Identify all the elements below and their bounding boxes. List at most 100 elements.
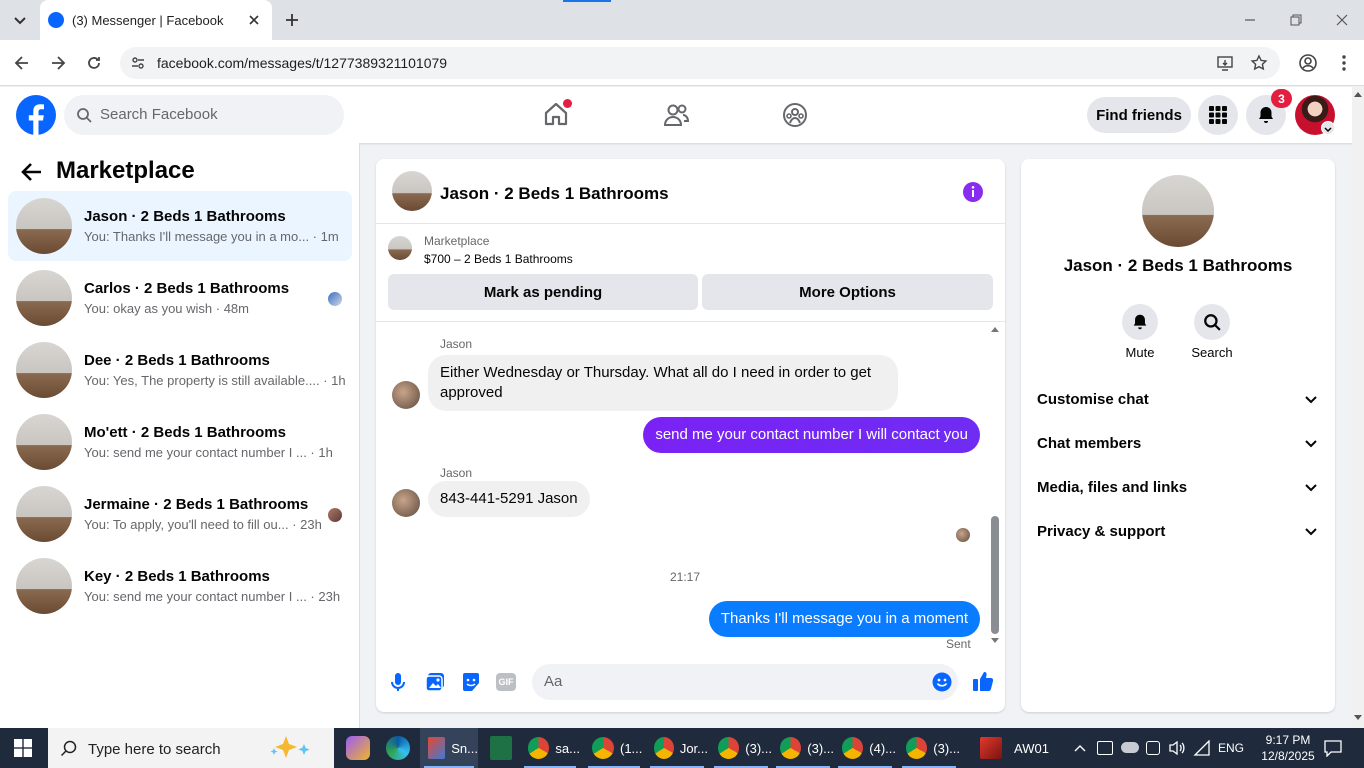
conversation-item[interactable]: Carlos · 2 Beds 1 Bathrooms You: okay as… [8,263,352,333]
browser-menu-icon[interactable] [1334,53,1354,73]
chrome-icon [718,737,740,759]
friends-icon[interactable] [662,102,690,128]
taskbar-search-box[interactable]: Type here to search [48,728,334,768]
browser-tab[interactable]: (3) Messenger | Facebook [40,0,272,40]
volume-icon[interactable] [1168,740,1186,756]
conversation-item[interactable]: Jason · 2 Beds 1 Bathrooms You: Thanks I… [8,191,352,261]
edge-browser-icon[interactable] [386,736,410,760]
site-info-icon[interactable] [130,55,146,71]
listing-thumbnail[interactable] [388,236,412,260]
chat-members-section[interactable]: Chat members [1037,433,1319,457]
outgoing-message[interactable]: send me your contact number I will conta… [643,417,980,453]
home-icon[interactable] [543,99,572,127]
customise-chat-section[interactable]: Customise chat [1037,389,1319,413]
sender-avatar[interactable] [392,489,420,517]
privacy-support-section[interactable]: Privacy & support [1037,521,1319,545]
new-tab-icon[interactable] [282,10,302,30]
info-icon[interactable] [962,181,984,203]
tab-list-chevron-icon[interactable] [10,10,30,30]
chat-scroll-thumb[interactable] [991,516,999,634]
taskbar-clock[interactable]: 9:17 PM 12/8/2025 [1258,732,1318,764]
sender-avatar[interactable] [392,381,420,409]
message-input[interactable]: Aa [532,664,958,700]
taskbar-app-chrome[interactable]: (3)... [898,728,960,768]
battery-icon[interactable] [1097,741,1113,755]
listing-detail[interactable]: $700 – 2 Beds 1 Bathrooms [424,252,573,266]
minimize-icon[interactable] [1242,12,1258,28]
taskbar-app-label: (3)... [807,740,834,756]
reload-icon[interactable] [84,53,104,73]
groups-icon[interactable] [782,102,808,128]
chat-avatar[interactable] [392,171,432,211]
search-in-chat-button[interactable] [1194,304,1230,340]
search-icon [1204,314,1221,331]
section-label: Media, files and links [1037,479,1188,496]
conversation-list-panel: Marketplace Jason · 2 Beds 1 Bathrooms Y… [0,143,360,728]
find-friends-button[interactable]: Find friends [1087,97,1191,133]
menu-grid-button[interactable] [1198,95,1238,135]
taskbar-app-chrome[interactable]: sa... [520,728,580,768]
facebook-search-bar[interactable]: Search Facebook [64,95,344,135]
notification-center-icon[interactable] [1324,739,1342,758]
conversation-item[interactable]: Mo'ett · 2 Beds 1 Bathrooms You: send me… [8,407,352,477]
media-files-links-section[interactable]: Media, files and links [1037,477,1319,501]
details-name[interactable]: Jason · 2 Beds 1 Bathrooms [1021,256,1335,276]
copilot-icon[interactable] [346,736,370,760]
conversation-preview: You: send me your contact number I ... ·… [84,589,341,604]
taskbar-app-chrome[interactable]: Jor... [646,728,708,768]
bookmark-star-icon[interactable] [1250,54,1268,72]
network-icon[interactable] [1193,739,1211,756]
chevron-down-icon [1305,528,1317,536]
account-chevron-icon[interactable] [1321,121,1335,135]
address-bar[interactable]: facebook.com/messages/t/1277389321101079 [120,47,1280,79]
forward-arrow-icon[interactable] [48,53,68,73]
facebook-favicon-icon [48,12,64,28]
windows-start-icon[interactable] [14,739,32,757]
sticker-icon[interactable] [460,671,482,693]
thumbs-up-icon[interactable] [972,670,994,692]
conversation-item[interactable]: Jermaine · 2 Beds 1 Bathrooms You: To ap… [8,479,352,549]
mark-as-pending-button[interactable]: Mark as pending [388,274,698,310]
listing-thumbnail [16,486,72,542]
page-scrollbar[interactable] [1352,87,1364,728]
divider [376,223,1005,224]
more-options-button[interactable]: More Options [702,274,993,310]
photo-icon[interactable] [424,671,446,693]
taskbar-app-snipping[interactable]: Sn... [420,728,478,768]
taskbar-app-chrome[interactable]: (1... [584,728,644,768]
facebook-search-placeholder: Search Facebook [100,106,218,123]
language-indicator[interactable]: ENG [1218,741,1244,755]
chat-scrollbar[interactable] [988,324,1002,652]
facebook-logo-icon[interactable] [16,95,56,135]
taskbar-app-aw01[interactable]: AW01 [972,728,1056,768]
section-label: Privacy & support [1037,523,1166,540]
taskbar-app-chrome[interactable]: (3)... [772,728,834,768]
taskbar-app-label: sa... [555,740,580,756]
onedrive-cloud-icon[interactable] [1121,742,1139,753]
outgoing-message[interactable]: Thanks I'll message you in a moment [708,601,980,637]
snipping-tool-icon [428,737,446,759]
install-app-icon[interactable] [1216,54,1234,72]
meet-now-icon[interactable] [1146,741,1160,755]
conversation-item[interactable]: Key · 2 Beds 1 Bathrooms You: send me yo… [8,551,352,621]
spreadsheet-app-icon[interactable] [490,736,512,760]
show-hidden-icons-icon[interactable] [1074,742,1086,754]
mute-button[interactable] [1122,304,1158,340]
close-tab-icon[interactable] [246,12,262,28]
taskbar-app-chrome[interactable]: (3)... [710,728,772,768]
close-window-icon[interactable] [1334,12,1350,28]
emoji-icon[interactable] [932,672,952,692]
chat-title[interactable]: Jason · 2 Beds 1 Bathrooms [440,184,669,204]
restore-icon[interactable] [1288,12,1304,28]
back-arrow-icon[interactable] [20,161,44,183]
gif-icon[interactable]: GIF [496,673,516,691]
incoming-message[interactable]: 843-441-5291 Jason [428,481,590,517]
incoming-message[interactable]: Either Wednesday or Thursday. What all d… [428,355,898,411]
conversation-item[interactable]: Dee · 2 Beds 1 Bathrooms You: Yes, The p… [8,335,352,405]
microphone-icon[interactable] [388,671,408,693]
details-avatar[interactable] [1142,175,1214,247]
profile-icon[interactable] [1298,53,1318,73]
taskbar-app-chrome[interactable]: (4)... [834,728,896,768]
back-arrow-icon[interactable] [12,53,32,73]
search-icon [60,739,78,757]
